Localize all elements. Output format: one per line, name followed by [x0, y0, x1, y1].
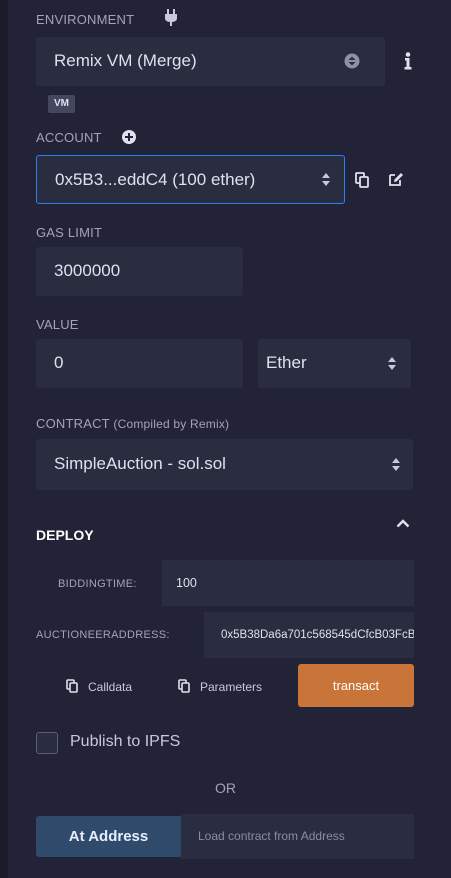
param-input-auctioneeraddress[interactable]: 0x5B38Da6a701c568545dCfcB03FcB875f56bedd…	[204, 612, 414, 658]
param-value-biddingtime: 100	[176, 576, 197, 590]
info-icon[interactable]	[404, 52, 412, 70]
account-selected-value: 0x5B3...eddC4 (100 ether)	[55, 170, 256, 189]
value-label: VALUE	[36, 317, 79, 332]
parameters-button[interactable]: Parameters	[178, 679, 262, 694]
environment-select[interactable]: Remix VM (Merge)	[36, 37, 385, 86]
updown-icon	[388, 357, 396, 370]
value-amount: 0	[54, 353, 64, 372]
account-select[interactable]: 0x5B3...eddC4 (100 ether)	[36, 155, 345, 204]
edit-icon[interactable]	[388, 172, 404, 187]
copy-icon	[178, 679, 190, 693]
at-address-button[interactable]: At Address	[36, 816, 181, 857]
chevron-up-icon[interactable]	[396, 518, 410, 528]
gas-limit-label: GAS LIMIT	[36, 225, 103, 240]
param-value-auctioneeraddress: 0x5B38Da6a701c568545dCfcB03FcB875f56bedd…	[221, 629, 414, 641]
deploy-title: DEPLOY	[36, 527, 94, 543]
updown-icon	[322, 173, 330, 186]
publish-ipfs-checkbox[interactable]	[36, 732, 58, 754]
load-contract-placeholder: Load contract from Address	[198, 829, 345, 843]
copy-icon[interactable]	[355, 172, 369, 188]
publish-ipfs-label[interactable]: Publish to IPFS	[70, 733, 180, 751]
panel-edge	[0, 0, 8, 878]
vm-badge: VM	[48, 95, 75, 113]
contract-sublabel: (Compiled by Remix)	[113, 417, 230, 431]
account-label: ACCOUNT	[36, 130, 102, 145]
copy-icon	[66, 679, 78, 693]
or-divider: OR	[215, 780, 236, 796]
param-label-auctioneeraddress: AUCTIONEERADDRESS:	[36, 629, 170, 641]
deploy-run-panel: ENVIRONMENT Remix VM (Merge) VM ACCOUNT …	[0, 0, 451, 878]
environment-selected-value: Remix VM (Merge)	[54, 51, 197, 70]
gas-limit-value: 3000000	[54, 261, 121, 280]
contract-selected-value: SimpleAuction - sol.sol	[54, 454, 226, 473]
add-account-icon[interactable]	[122, 130, 136, 144]
param-label-biddingtime: BIDDINGTIME:	[58, 578, 137, 590]
updown-icon	[392, 458, 400, 471]
plug-icon	[165, 9, 177, 26]
gas-limit-input[interactable]: 3000000	[36, 247, 243, 296]
value-unit-selected: Ether	[266, 353, 307, 372]
value-input[interactable]: 0	[36, 339, 243, 388]
select-caret-icon	[344, 53, 360, 69]
contract-label: CONTRACT (Compiled by Remix)	[36, 416, 230, 431]
environment-label: ENVIRONMENT	[36, 12, 135, 27]
value-unit-select[interactable]: Ether	[258, 339, 411, 388]
contract-select[interactable]: SimpleAuction - sol.sol	[36, 439, 413, 490]
transact-button[interactable]: transact	[298, 664, 414, 707]
load-contract-address-input[interactable]: Load contract from Address	[181, 814, 414, 859]
calldata-button[interactable]: Calldata	[66, 679, 132, 694]
param-input-biddingtime[interactable]: 100	[162, 560, 414, 606]
